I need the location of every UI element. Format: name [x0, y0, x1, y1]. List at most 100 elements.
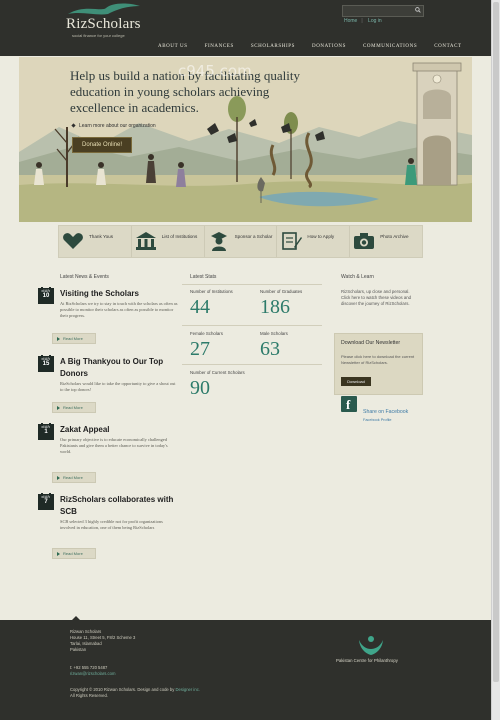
stat-value: 63 — [260, 338, 280, 360]
read-more-button[interactable]: Read More — [52, 402, 96, 413]
divider — [182, 364, 322, 365]
diamond-bullet-icon — [71, 123, 76, 128]
quicklink-sponsor-scholar[interactable]: Sponsor a Scholar — [205, 226, 278, 257]
facebook-icon[interactable]: f — [341, 396, 357, 412]
stat-label: Number of Graduates — [260, 289, 303, 294]
footer-contact: t: +92 555 720 5487 rizwan@rizscholars.c… — [70, 665, 115, 677]
quicklink-photo-archive[interactable]: Photo Archive — [350, 226, 422, 257]
nav-finances[interactable]: FINANCES — [205, 44, 234, 49]
footer-notch — [71, 616, 81, 621]
page: RizScholars social finance for your coll… — [0, 0, 492, 720]
arrow-right-icon — [57, 475, 60, 480]
read-more-label: Read More — [63, 475, 83, 480]
read-more-label: Read More — [63, 336, 83, 341]
stat-current-scholars: Number of Current Scholars 90 — [190, 370, 245, 398]
link-separator: | — [361, 18, 363, 24]
news-title[interactable]: A Big Thankyou to Our Top Donors — [60, 356, 185, 380]
watermark: c945.com — [178, 62, 252, 80]
stat-male-scholars: Male Scholars 63 — [260, 331, 288, 359]
newsletter-box: Download Our Newsletter Please click her… — [334, 333, 423, 395]
stat-value: 44 — [190, 296, 210, 318]
newsletter-title: Download Our Newsletter — [341, 340, 401, 346]
news-title[interactable]: Visiting the Scholars — [60, 288, 185, 300]
logo[interactable]: RizScholars social finance for your coll… — [60, 2, 150, 38]
learn-more-link[interactable]: Learn more about our organization — [71, 123, 156, 129]
stat-label: Female Scholars — [190, 331, 223, 336]
stat-graduates: Number of Graduates 186 — [260, 289, 302, 317]
news-excerpt: SCB selected 3 highly credible not for p… — [60, 519, 163, 530]
search-input[interactable] — [342, 5, 424, 17]
nav-scholarships[interactable]: SCHOLARSHIPS — [251, 44, 295, 49]
divider — [182, 325, 322, 326]
stat-female-scholars: Female Scholars 27 — [190, 331, 223, 359]
address-line: Pakistan — [70, 647, 87, 652]
nav-communications[interactable]: COMMUNICATIONS — [363, 44, 417, 49]
calendar-date-icon: MAR 1 — [38, 423, 54, 440]
hero-banner: Help us build a nation by facilitating q… — [19, 57, 472, 222]
donate-online-button[interactable]: Donate Online! — [72, 137, 132, 153]
quicklink-how-to-apply[interactable]: How to Apply — [277, 226, 351, 257]
news-excerpt: Our primary objective is to educate econ… — [60, 437, 168, 454]
quicklink-thank-yous[interactable]: Thank Yous — [59, 226, 132, 257]
form-pen-icon — [282, 232, 303, 250]
stat-label: Number of Institutions — [190, 289, 233, 294]
divider — [182, 284, 322, 285]
nav-donations[interactable]: DONATIONS — [312, 44, 346, 49]
watch-heading: Watch & Learn — [341, 274, 374, 280]
designer-link[interactable]: Designer inc. — [176, 687, 200, 692]
news-title[interactable]: Zakat Appeal — [60, 424, 185, 436]
search-icon[interactable] — [415, 7, 421, 13]
quicklink-label: How to Apply — [307, 234, 335, 239]
scrollbar-thumb[interactable] — [493, 2, 499, 682]
download-button[interactable]: Download — [341, 377, 371, 386]
stat-value: 186 — [260, 296, 290, 318]
news-item: MAR 15 A Big Thankyou to Our Top Donors R… — [38, 355, 178, 416]
facebook-profile-link[interactable]: Facebook Profile — [363, 418, 392, 422]
hands-heart-icon — [63, 233, 83, 249]
institution-icon — [135, 232, 156, 250]
copyright-text: Copyright © 2010 Rizwan Scholars. Design… — [70, 687, 175, 692]
footer-email-link[interactable]: rizwan@rizscholars.com — [70, 671, 115, 677]
watch-description[interactable]: RizScholars, up close and personal. Clic… — [341, 289, 419, 306]
stat-label: Number of Current Scholars — [190, 370, 245, 375]
read-more-button[interactable]: Read More — [52, 548, 96, 559]
philanthropy-logo-icon — [359, 636, 383, 655]
arrow-right-icon — [57, 551, 60, 556]
newsletter-body: Please click here to download the curren… — [341, 354, 415, 365]
news-item: MAR 1 Zakat Appeal Our primary objective … — [38, 423, 178, 484]
logo-tagline: social finance for your college — [72, 33, 125, 38]
read-more-button[interactable]: Read More — [52, 472, 96, 483]
stat-value: 90 — [190, 377, 210, 399]
news-excerpt: At RizScholars we try to stay in touch w… — [60, 301, 178, 318]
read-more-button[interactable]: Read More — [52, 333, 96, 344]
date-day: 7 — [44, 499, 48, 505]
read-more-label: Read More — [63, 405, 83, 410]
learn-more-label: Learn more about our organization — [79, 123, 156, 129]
news-heading: Latest News & Events — [60, 274, 109, 280]
top-links: Home | Log in — [344, 18, 386, 24]
graduate-icon — [210, 232, 227, 251]
calendar-date-icon: MAR 15 — [38, 355, 54, 372]
main-nav: ABOUT US FINANCES SCHOLARSHIPS DONATIONS… — [158, 44, 479, 49]
scrollbar[interactable] — [491, 0, 500, 720]
quicklink-institutions[interactable]: List of Institutions — [132, 226, 205, 257]
stat-institutions: Number of Institutions 44 — [190, 289, 233, 317]
login-link[interactable]: Log in — [368, 18, 382, 24]
home-link[interactable]: Home — [344, 18, 357, 24]
news-item: MAR 7 RizScholars collaborates with SCB S… — [38, 493, 178, 564]
read-more-label: Read More — [63, 551, 83, 556]
logo-name: RizScholars — [66, 16, 141, 32]
quick-links-bar: Thank Yous List of Institutions Sponsor … — [58, 225, 423, 258]
partner-name: Pakistan Centre for Philanthropy — [336, 658, 398, 663]
nav-about-us[interactable]: ABOUT US — [158, 44, 188, 49]
quicklink-label: Photo Archive — [380, 234, 409, 239]
date-day: 10 — [42, 293, 50, 299]
nav-contact[interactable]: CONTACT — [434, 44, 461, 49]
news-title[interactable]: RizScholars collaborates with SCB — [60, 494, 185, 518]
footer-copyright: Copyright © 2010 Rizwan Scholars. Design… — [70, 687, 200, 699]
rights-text: All Rights Reserved. — [70, 693, 108, 698]
site-header: RizScholars social finance for your coll… — [0, 0, 492, 56]
quicklink-label: Sponsor a Scholar — [234, 234, 273, 239]
share-on-facebook-link[interactable]: Share on Facebook — [363, 409, 408, 415]
calendar-date-icon: MAR 10 — [38, 287, 54, 304]
